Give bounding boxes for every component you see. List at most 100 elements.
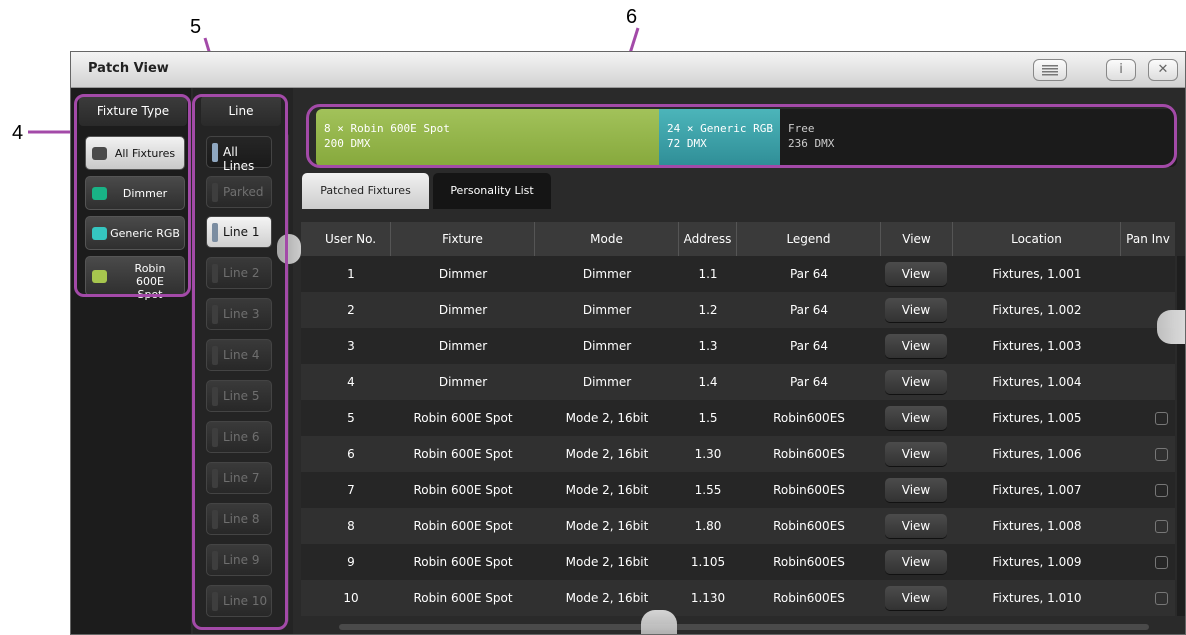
- cell-location: Fixtures, 1.003: [992, 339, 1082, 353]
- line-label: Line 5: [223, 389, 260, 403]
- cell-user-no: 1: [347, 267, 355, 281]
- cell-address: 1.1: [698, 267, 718, 281]
- fixture-type-dimmer[interactable]: Dimmer: [85, 176, 185, 210]
- cell-mode: Dimmer: [582, 267, 632, 281]
- col-fixture[interactable]: Fixture: [391, 222, 535, 256]
- cell-location: Fixtures, 1.006: [992, 447, 1082, 461]
- pan-invert-checkbox[interactable]: [1155, 592, 1168, 605]
- menu-icon[interactable]: [1033, 59, 1067, 81]
- horizontal-scrollbar-track[interactable]: [339, 624, 1149, 630]
- cell-location: Fixtures, 1.008: [992, 519, 1082, 533]
- cell-legend: Robin600ES: [773, 555, 845, 569]
- line-9[interactable]: Line 9: [206, 544, 272, 576]
- table-row[interactable]: 6 Robin 600E Spot Mode 2, 16bit 1.30 Rob…: [301, 436, 1175, 472]
- view-button[interactable]: View: [885, 406, 947, 430]
- table-row[interactable]: 2 Dimmer Dimmer 1.2 Par 64 View Fixtures…: [301, 292, 1175, 328]
- usage-segment-robin[interactable]: 8 × Robin 600E Spot 200 DMX: [316, 109, 659, 167]
- line-label: Parked: [223, 185, 264, 199]
- col-mode[interactable]: Mode: [535, 222, 679, 256]
- cell-fixture: Dimmer: [438, 303, 488, 317]
- pan-invert-checkbox[interactable]: [1155, 412, 1168, 425]
- line-5[interactable]: Line 5: [206, 380, 272, 412]
- cell-legend: Par 64: [789, 267, 829, 281]
- cell-mode: Mode 2, 16bit: [565, 555, 649, 569]
- col-pan-invert[interactable]: Pan Inv: [1121, 222, 1175, 256]
- cell-legend: Par 64: [789, 339, 829, 353]
- tab-personality-list[interactable]: Personality List: [433, 173, 551, 209]
- table-row[interactable]: 8 Robin 600E Spot Mode 2, 16bit 1.80 Rob…: [301, 508, 1175, 544]
- line-8[interactable]: Line 8: [206, 503, 272, 535]
- fixture-type-robin-600e-spot[interactable]: Robin 600E Spot: [85, 256, 185, 301]
- view-button[interactable]: View: [885, 442, 947, 466]
- pan-invert-checkbox[interactable]: [1155, 556, 1168, 569]
- cell-legend: Robin600ES: [773, 483, 845, 497]
- tab-patched-fixtures[interactable]: Patched Fixtures: [302, 173, 429, 209]
- window-title: Patch View: [88, 61, 169, 76]
- panel-divider-handle[interactable]: [277, 234, 301, 264]
- line-label: Line 2: [223, 266, 260, 280]
- fixture-type-all-fixtures[interactable]: All Fixtures: [85, 136, 185, 170]
- cell-user-no: 9: [347, 555, 355, 569]
- table-row[interactable]: 1 Dimmer Dimmer 1.1 Par 64 View Fixtures…: [301, 256, 1175, 292]
- col-location[interactable]: Location: [953, 222, 1121, 256]
- line-label: Line 10: [223, 594, 268, 608]
- line-bar-icon: [212, 387, 218, 406]
- col-address[interactable]: Address: [679, 222, 737, 256]
- pan-invert-checkbox[interactable]: [1155, 484, 1168, 497]
- view-button[interactable]: View: [885, 514, 947, 538]
- view-button[interactable]: View: [885, 550, 947, 574]
- table-row[interactable]: 7 Robin 600E Spot Mode 2, 16bit 1.55 Rob…: [301, 472, 1175, 508]
- cell-mode: Mode 2, 16bit: [565, 411, 649, 425]
- usage-segment-free[interactable]: Free 236 DMX: [780, 109, 1177, 167]
- cell-user-no: 10: [343, 591, 359, 605]
- view-button[interactable]: View: [885, 298, 947, 322]
- line-4[interactable]: Line 4: [206, 339, 272, 371]
- pan-invert-checkbox[interactable]: [1155, 520, 1168, 533]
- horizontal-scrollbar-thumb[interactable]: [641, 610, 677, 634]
- line-label: Line 8: [223, 512, 260, 526]
- table-row[interactable]: 10 Robin 600E Spot Mode 2, 16bit 1.130 R…: [301, 580, 1175, 616]
- line-list-scrollbar[interactable]: [285, 134, 289, 622]
- line-3[interactable]: Line 3: [206, 298, 272, 330]
- view-button[interactable]: View: [885, 334, 947, 358]
- fixture-type-header: Fixture Type: [79, 96, 187, 126]
- line-6[interactable]: Line 6: [206, 421, 272, 453]
- cell-fixture: Robin 600E Spot: [413, 411, 513, 425]
- view-button[interactable]: View: [885, 262, 947, 286]
- usage-segment-generic-rgb[interactable]: 24 × Generic RGB 72 DMX: [659, 109, 780, 167]
- cell-legend: Robin600ES: [773, 447, 845, 461]
- cell-legend: Par 64: [789, 303, 829, 317]
- line-bar-icon: [212, 183, 218, 202]
- fixture-type-label: All Fixtures: [114, 147, 176, 160]
- cell-user-no: 2: [347, 303, 355, 317]
- line-1[interactable]: Line 1: [206, 216, 272, 248]
- line-10[interactable]: Line 10: [206, 585, 272, 617]
- usage-dmx: 72 DMX: [667, 137, 707, 150]
- col-legend[interactable]: Legend: [737, 222, 881, 256]
- table-row[interactable]: 5 Robin 600E Spot Mode 2, 16bit 1.5 Robi…: [301, 400, 1175, 436]
- info-icon[interactable]: i: [1106, 59, 1136, 81]
- close-icon[interactable]: ✕: [1148, 59, 1178, 81]
- cell-address: 1.4: [698, 375, 718, 389]
- line-bar-icon: [212, 305, 218, 324]
- line-label: Line 9: [223, 553, 260, 567]
- fixture-type-panel: [71, 88, 191, 634]
- line-2[interactable]: Line 2: [206, 257, 272, 289]
- col-view[interactable]: View: [881, 222, 953, 256]
- view-button[interactable]: View: [885, 478, 947, 502]
- line-parked[interactable]: Parked: [206, 176, 272, 208]
- table-row[interactable]: 3 Dimmer Dimmer 1.3 Par 64 View Fixtures…: [301, 328, 1175, 364]
- table-row[interactable]: 9 Robin 600E Spot Mode 2, 16bit 1.105 Ro…: [301, 544, 1175, 580]
- table-row[interactable]: 4 Dimmer Dimmer 1.4 Par 64 View Fixtures…: [301, 364, 1175, 400]
- view-button[interactable]: View: [885, 586, 947, 610]
- pan-invert-checkbox[interactable]: [1155, 448, 1168, 461]
- line-bar-icon: [212, 264, 218, 283]
- col-user-no[interactable]: User No.: [311, 222, 391, 256]
- line-all-lines[interactable]: All Lines: [206, 136, 272, 173]
- line-7[interactable]: Line 7: [206, 462, 272, 494]
- view-button[interactable]: View: [885, 370, 947, 394]
- cell-address: 1.80: [694, 519, 722, 533]
- fixture-type-generic-rgb[interactable]: Generic RGB: [85, 216, 185, 250]
- line-bar-icon: [212, 551, 218, 570]
- vertical-scrollbar-thumb[interactable]: [1157, 310, 1185, 344]
